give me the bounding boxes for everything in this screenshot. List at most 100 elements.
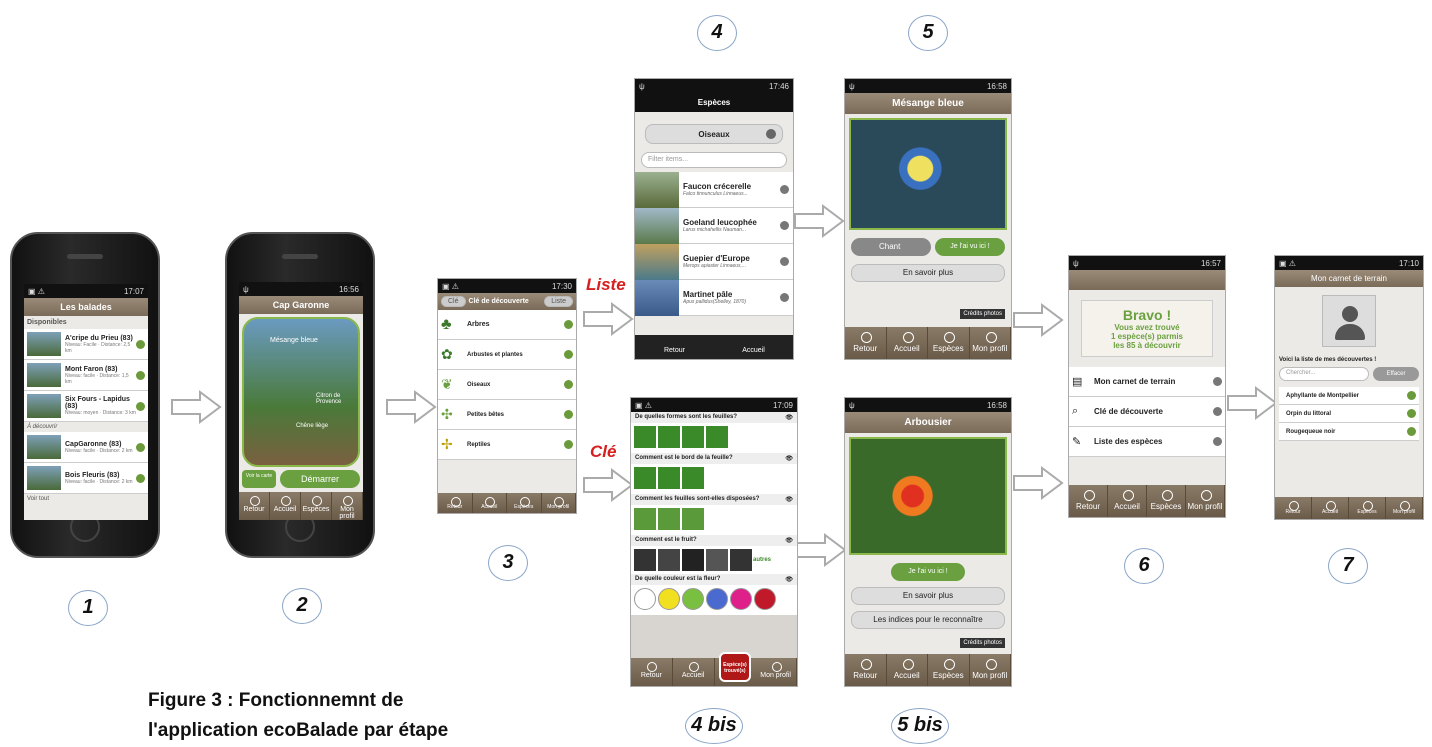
category-row-petites-betes[interactable]: ✣ Petites bêtes: [438, 400, 576, 430]
category-row-oiseaux[interactable]: ❦ Oiseaux: [438, 370, 576, 400]
discovery-row[interactable]: Rougequeue noir: [1279, 423, 1419, 441]
poi-label[interactable]: Chêne liège: [296, 423, 328, 429]
menu-carnet[interactable]: ▤ Mon carnet de terrain: [1069, 367, 1225, 397]
others-option[interactable]: autres: [753, 557, 771, 563]
tab-accueil[interactable]: Accueil: [270, 492, 301, 520]
photo-credits-button[interactable]: Crédits photos: [960, 638, 1005, 648]
found-species-badge[interactable]: Espèce(s) trouvé(s): [718, 652, 752, 682]
balade-row[interactable]: CapGaronne (83) Niveau: facile · Distance…: [24, 432, 148, 463]
species-row[interactable]: Goeland leucophée Larus michahellis Nauma…: [635, 207, 793, 244]
balade-row[interactable]: Mont Faron (83) Niveau: facile · Distance…: [24, 360, 148, 391]
leaf-option[interactable]: [634, 467, 656, 489]
map-button[interactable]: Voir la carte: [242, 470, 276, 488]
leaf-option[interactable]: [658, 508, 680, 530]
tab-retour[interactable]: Retour: [438, 493, 473, 513]
question-row[interactable]: De quelles formes sont les feuilles? 👁: [631, 412, 797, 423]
leaf-option[interactable]: [658, 426, 680, 448]
tab-mon-profil[interactable]: Mon profil: [332, 492, 363, 520]
flower-option-blue[interactable]: [706, 588, 728, 610]
photo-credits-button[interactable]: Crédits photos: [960, 309, 1005, 319]
tab-especes[interactable]: Espèces: [1147, 485, 1186, 517]
chant-button[interactable]: Chant: [851, 238, 931, 256]
fruit-option[interactable]: [682, 549, 704, 571]
discovery-row[interactable]: Orpin du littoral: [1279, 405, 1419, 423]
tab-retour[interactable]: Retour: [239, 492, 270, 520]
tab-accueil[interactable]: Accueil: [1312, 497, 1349, 519]
tab-mon-profil[interactable]: Mon profil: [542, 493, 576, 513]
fruit-option[interactable]: [706, 549, 728, 571]
leaf-option[interactable]: [682, 508, 704, 530]
flower-option-white[interactable]: [634, 588, 656, 610]
seen-here-button[interactable]: Je l'ai vu ici !: [935, 238, 1005, 256]
tab-mon-profil[interactable]: Mon profil: [970, 654, 1011, 686]
fruit-option[interactable]: [658, 549, 680, 571]
balade-row[interactable]: Bois Fleuris (83) Niveau: facile · Distan…: [24, 463, 148, 494]
balade-row[interactable]: A'cripe du Prieu (83) Niveau: Facile · Di…: [24, 329, 148, 360]
flower-option-pink[interactable]: [730, 588, 752, 610]
poi-label[interactable]: Citron de Provence: [316, 393, 358, 405]
tab-retour[interactable]: Retour: [845, 654, 887, 686]
more-info-button[interactable]: En savoir plus: [851, 264, 1005, 282]
leaf-option[interactable]: [634, 426, 656, 448]
question-row[interactable]: Comment est le fruit? 👁: [631, 535, 797, 546]
category-row-arbustes[interactable]: ✿ Arbustes et plantes: [438, 340, 576, 370]
eye-icon[interactable]: 👁: [785, 496, 793, 503]
tab-retour[interactable]: Retour: [1275, 497, 1312, 519]
filter-input[interactable]: Filter items...: [641, 152, 787, 168]
fruit-option[interactable]: [634, 549, 656, 571]
menu-cle[interactable]: ⌕ Clé de découverte: [1069, 397, 1225, 427]
flower-option-green[interactable]: [682, 588, 704, 610]
search-input[interactable]: Chercher...: [1279, 367, 1369, 381]
tab-retour[interactable]: Retour: [845, 327, 887, 359]
flower-option-red[interactable]: [754, 588, 776, 610]
seen-here-button[interactable]: Je l'ai vu ici !: [891, 563, 965, 581]
tab-accueil[interactable]: Accueil: [473, 493, 507, 513]
tab-retour[interactable]: Retour: [631, 658, 673, 686]
tab-retour[interactable]: Retour: [1069, 485, 1108, 517]
discovery-row[interactable]: Aphyllante de Montpellier: [1279, 387, 1419, 405]
category-row-arbres[interactable]: ♣ Arbres: [438, 310, 576, 340]
more-link[interactable]: Voir tout: [24, 494, 148, 504]
species-row[interactable]: Guepier d'Europe Merops apiaster Linnaeus…: [635, 243, 793, 280]
tab-mon-profil[interactable]: Mon profil: [755, 658, 797, 686]
tab-accueil[interactable]: Accueil: [673, 658, 715, 686]
eye-icon[interactable]: 👁: [785, 537, 793, 544]
category-row-reptiles[interactable]: ✢ Reptiles: [438, 430, 576, 460]
question-row[interactable]: Comment les feuilles sont-elles disposée…: [631, 494, 797, 505]
balade-row[interactable]: Six Fours - Lapidus (83) Niveau: moyen · …: [24, 391, 148, 422]
tab-especes[interactable]: Espèces: [507, 493, 542, 513]
tab-especes[interactable]: Espèces: [1349, 497, 1386, 519]
tab-accueil[interactable]: Accueil: [1108, 485, 1147, 517]
tab-accueil[interactable]: Accueil: [887, 327, 928, 359]
species-row[interactable]: Martinet pâle Apus pallidus(Shelley, 1870…: [635, 279, 793, 316]
flower-option-yellow[interactable]: [658, 588, 680, 610]
tab-mon-profil[interactable]: Mon profil: [1186, 485, 1225, 517]
tab-accueil[interactable]: Accueil: [887, 654, 928, 686]
eye-icon[interactable]: 👁: [785, 414, 793, 421]
species-row[interactable]: Faucon crécerelle Falco tinnunculus Linna…: [635, 171, 793, 208]
tab-mon-profil[interactable]: Mon profil: [1386, 497, 1423, 519]
leaf-option[interactable]: [682, 467, 704, 489]
more-info-button[interactable]: En savoir plus: [851, 587, 1005, 605]
category-select[interactable]: Oiseaux: [645, 124, 783, 144]
tab-mon-profil[interactable]: Mon profil: [970, 327, 1011, 359]
clear-button[interactable]: Effacer: [1373, 367, 1419, 381]
tab-retour[interactable]: Retour: [635, 335, 714, 359]
leaf-option[interactable]: [706, 426, 728, 448]
tab-accueil[interactable]: Accueil: [714, 335, 793, 359]
eye-icon[interactable]: 👁: [785, 455, 793, 462]
menu-liste[interactable]: ✎ Liste des espèces: [1069, 427, 1225, 457]
poi-label[interactable]: Mésange bleue: [270, 337, 318, 344]
start-button[interactable]: Démarrer: [280, 470, 360, 488]
leaf-option[interactable]: [682, 426, 704, 448]
tab-cle[interactable]: Clé: [441, 296, 466, 307]
question-row[interactable]: De quelle couleur est la fleur? 👁: [631, 574, 797, 585]
hints-button[interactable]: Les indices pour le reconnaître: [851, 611, 1005, 629]
fruit-option[interactable]: [730, 549, 752, 571]
avatar[interactable]: [1322, 295, 1376, 347]
tab-especes[interactable]: Espèces: [301, 492, 332, 520]
question-row[interactable]: Comment est le bord de la feuille? 👁: [631, 453, 797, 464]
eye-icon[interactable]: 👁: [785, 576, 793, 583]
leaf-option[interactable]: [634, 508, 656, 530]
leaf-option[interactable]: [658, 467, 680, 489]
